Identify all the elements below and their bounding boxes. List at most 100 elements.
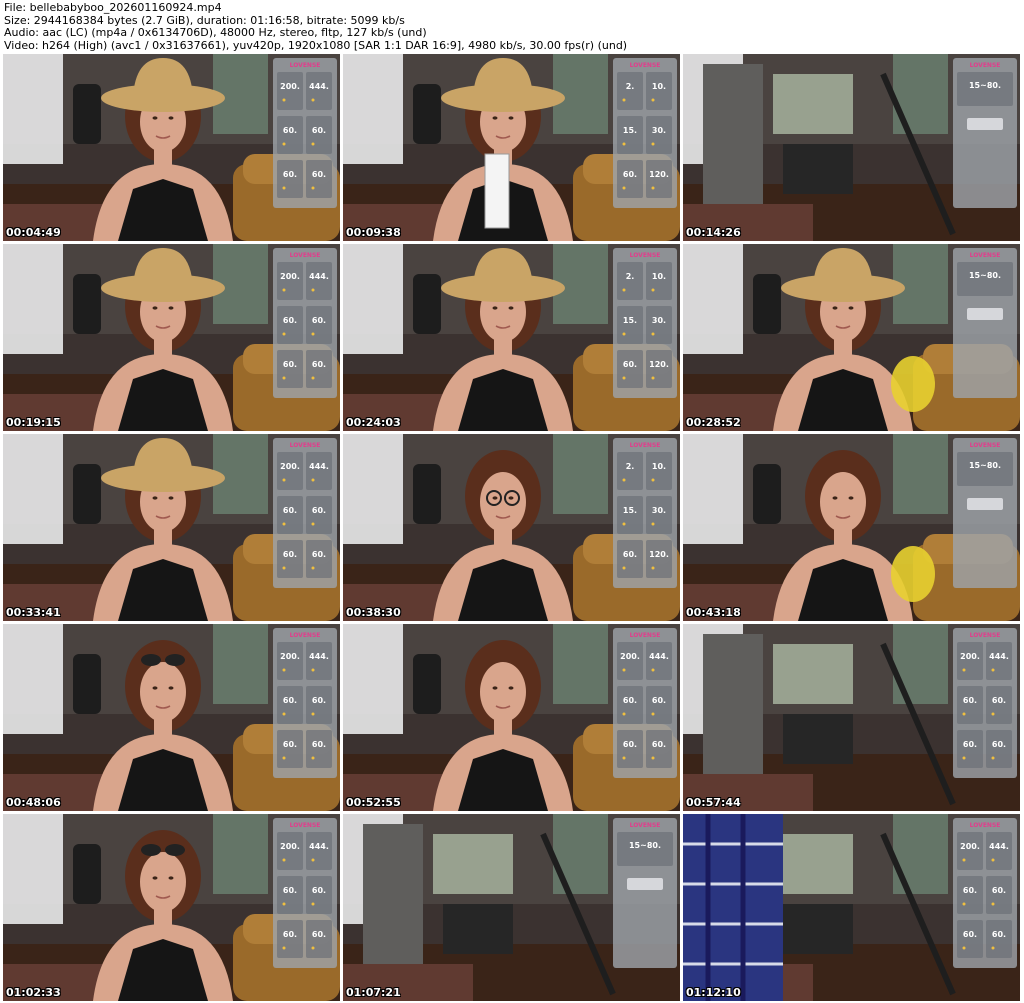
video-line: Video: h264 (High) (avc1 / 0x31637661), … — [4, 38, 628, 52]
tip-value: 15~80. — [969, 461, 1001, 470]
tip-value: 200. — [960, 842, 980, 851]
panel-header: LOVENSE — [290, 442, 321, 449]
tip-value: 60. — [312, 930, 326, 939]
tip-value: 60. — [283, 696, 297, 705]
panel-header: LOVENSE — [290, 62, 321, 69]
video-thumbnail: LOVENSE 200. 444. 60. 60. 60. 60. 00:33:41 — [3, 434, 340, 621]
tip-value: 60. — [992, 930, 1006, 939]
tip-value: 200. — [280, 82, 300, 91]
panel-header: LOVENSE — [970, 442, 1001, 449]
tip-value: 15~80. — [969, 81, 1001, 90]
tip-value: 60. — [283, 550, 297, 559]
audio-line: Audio: aac (LC) (mp4a / 0x6134706D), 480… — [4, 26, 427, 40]
tip-value: 15. — [623, 316, 637, 325]
video-thumbnail: LOVENSE 2. 10. 15. 30. 60. 120. 00:09:38 — [343, 54, 680, 241]
timestamp-label: 01:07:21 — [346, 986, 401, 999]
panel-header: LOVENSE — [630, 62, 661, 69]
panel-header: LOVENSE — [630, 632, 661, 639]
tip-value: 60. — [283, 886, 297, 895]
tip-value: 60. — [992, 886, 1006, 895]
panel-header: LOVENSE — [970, 252, 1001, 259]
timestamp-label: 00:28:52 — [686, 416, 741, 429]
panel-header: LOVENSE — [970, 632, 1001, 639]
tip-value: 60. — [312, 696, 326, 705]
tip-value: 60. — [963, 930, 977, 939]
video-thumbnail: LOVENSE 200. 444. 60. 60. 60. 60. 00:48:06 — [3, 624, 340, 811]
tip-value: 60. — [963, 886, 977, 895]
tip-value: 15~80. — [969, 271, 1001, 280]
tip-value: 444. — [309, 82, 329, 91]
tip-value: 60. — [623, 170, 637, 179]
video-thumbnail: LOVENSE 15~80. 01:07:21 — [343, 814, 680, 1001]
tip-value: 60. — [312, 886, 326, 895]
tip-value: 60. — [283, 126, 297, 135]
tip-value: 60. — [312, 550, 326, 559]
tip-value: 60. — [283, 170, 297, 179]
timestamp-label: 00:09:38 — [346, 226, 401, 239]
tip-value: 60. — [652, 696, 666, 705]
file-info-header: File: bellebabyboo_202601160924.mp4 Size… — [0, 0, 1024, 54]
panel-header: LOVENSE — [290, 822, 321, 829]
tip-value: 60. — [623, 360, 637, 369]
tip-value: 2. — [626, 272, 635, 281]
tip-value: 60. — [283, 360, 297, 369]
tip-value: 60. — [623, 740, 637, 749]
tip-value: 30. — [652, 506, 666, 515]
tip-value: 444. — [309, 652, 329, 661]
timestamp-label: 00:48:06 — [6, 796, 61, 809]
video-thumbnail: LOVENSE 2. 10. 15. 30. 60. 120. 00:38:30 — [343, 434, 680, 621]
file-line: File: bellebabyboo_202601160924.mp4 — [4, 1, 222, 14]
tip-value: 60. — [283, 930, 297, 939]
timestamp-label: 01:12:10 — [686, 986, 741, 999]
tip-value: 60. — [652, 740, 666, 749]
tip-value: 60. — [312, 170, 326, 179]
tip-value: 120. — [649, 170, 669, 179]
video-thumbnail: LOVENSE 2. 10. 15. 30. 60. 120. 00:24:03 — [343, 244, 680, 431]
video-thumbnail: LOVENSE 200. 444. 60. 60. 60. 60. 00:57:44 — [683, 624, 1020, 811]
tip-value: 10. — [652, 272, 666, 281]
tip-value: 200. — [280, 652, 300, 661]
tip-value: 60. — [992, 696, 1006, 705]
tip-value: 444. — [309, 272, 329, 281]
thumbnail-grid: LOVENSE 200. 444. 60. 60. 60. 60. 00:04:49 LOVEN… — [0, 54, 1024, 1003]
panel-header: LOVENSE — [630, 252, 661, 259]
tip-value: 200. — [620, 652, 640, 661]
tip-value: 200. — [280, 272, 300, 281]
tip-value: 444. — [309, 462, 329, 471]
video-thumbnail: LOVENSE 15~80. 00:14:26 — [683, 54, 1020, 241]
video-thumbnail: LOVENSE 15~80. 00:43:18 — [683, 434, 1020, 621]
video-thumbnail: LOVENSE 200. 444. 60. 60. 60. 60. 00:19:15 — [3, 244, 340, 431]
tip-value: 2. — [626, 82, 635, 91]
tip-value: 30. — [652, 126, 666, 135]
tip-value: 60. — [283, 316, 297, 325]
panel-header: LOVENSE — [970, 822, 1001, 829]
tip-value: 10. — [652, 82, 666, 91]
timestamp-label: 00:38:30 — [346, 606, 401, 619]
panel-header: LOVENSE — [290, 252, 321, 259]
timestamp-label: 00:14:26 — [686, 226, 741, 239]
tip-value: 60. — [623, 550, 637, 559]
tip-value: 200. — [280, 462, 300, 471]
tip-value: 444. — [989, 652, 1009, 661]
timestamp-label: 00:52:55 — [346, 796, 401, 809]
tip-value: 15. — [623, 506, 637, 515]
panel-header: LOVENSE — [970, 62, 1001, 69]
tip-value: 15~80. — [629, 841, 661, 850]
timestamp-label: 00:57:44 — [686, 796, 741, 809]
tip-value: 120. — [649, 360, 669, 369]
tip-value: 60. — [992, 740, 1006, 749]
panel-header: LOVENSE — [290, 632, 321, 639]
tip-value: 444. — [649, 652, 669, 661]
video-thumbnail: LOVENSE 200. 444. 60. 60. 60. 60. 01:02:33 — [3, 814, 340, 1001]
tip-value: 60. — [312, 360, 326, 369]
panel-header: LOVENSE — [630, 442, 661, 449]
tip-value: 15. — [623, 126, 637, 135]
tip-value: 60. — [283, 740, 297, 749]
tip-value: 120. — [649, 550, 669, 559]
tip-value: 60. — [312, 126, 326, 135]
timestamp-label: 00:43:18 — [686, 606, 741, 619]
timestamp-label: 01:02:33 — [6, 986, 61, 999]
panel-header: LOVENSE — [630, 822, 661, 829]
timestamp-label: 00:24:03 — [346, 416, 401, 429]
tip-value: 200. — [960, 652, 980, 661]
